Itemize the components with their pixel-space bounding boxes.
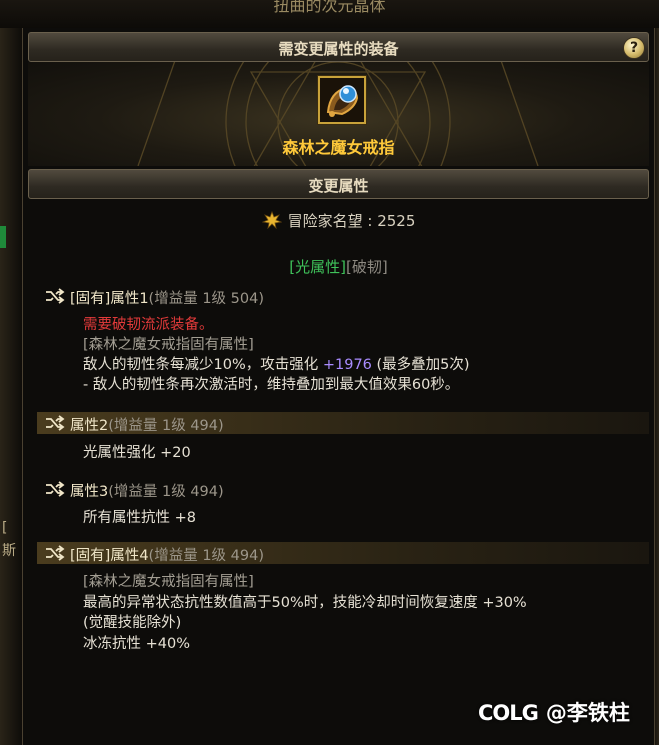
attribute-gain: (增益量 1级 504) [148,291,264,307]
left-edge: [ 斯 [0,28,22,745]
watermark: COLG @李铁柱 [478,697,630,727]
attribute-line: - 敌人的韧性条再次激活时，维持叠加到最大值效果60秒。 [83,377,460,393]
attribute-line: 光属性强化 +20 [83,445,191,461]
reputation-label: 冒险家名望 : 2525 [287,212,416,230]
adventurer-reputation: 冒险家名望 : 2525 [23,210,654,233]
attribute-gain: (增益量 1级 494) [108,418,224,434]
attribute-line: 所有属性抗性 +8 [83,510,196,526]
tag-break: [破韧] [346,258,388,276]
shuffle-icon[interactable] [45,481,65,501]
attribute-line-text: 敌人的韧性条每减少10%，攻击强化 [83,357,319,373]
attribute-tags: [光属性][破韧] [23,256,654,277]
attribute-gain: (增益量 1级 494) [148,548,264,564]
equipment-header-bar: 需变更属性的装备 ? [28,32,649,62]
equipment-attribute-panel: 需变更属性的装备 ? 森林之魔女戒指 变更属性 冒险家名望: 2525 [光属… [22,28,655,745]
attribute-line: (觉醒技能除外) [83,615,182,631]
equipment-slot-area: 森林之魔女戒指 [28,62,649,166]
shuffle-icon[interactable] [45,415,65,435]
equipment-slot[interactable] [318,76,366,124]
attribute-line: 最高的异常状态抗性数值高于50%时，技能冷却时间恢复速度 +30% [83,595,527,611]
attribute-name: [固有]属性4 [70,548,149,564]
header-title: 需变更属性的装备 [278,40,399,58]
attribute-line: 需要破韧流派装备。 [83,317,214,333]
tag-light-element: [光属性] [289,258,346,276]
attribute-1-header: [固有]属性1(增益量 1级 504) [70,287,264,308]
shuffle-icon[interactable] [45,545,65,565]
left-gem-marker [0,226,6,248]
watermark-author: @李铁柱 [545,701,630,725]
attribute-gain: (增益量 1级 494) [108,484,224,500]
attribute-name: [固有]属性1 [70,291,149,307]
left-edge-char: [ [2,520,8,536]
attribute-line: 敌人的韧性条每减少10%，攻击强化 +1976 (最多叠加5次) [83,353,470,374]
left-edge-char: 斯 [2,543,16,559]
window-caption: 扭曲的次元晶体 [273,0,386,15]
ring-gem-icon [320,78,364,122]
window-top-strip: 扭曲的次元晶体 [0,0,659,28]
section-title: 变更属性 [308,177,369,195]
item-name: 森林之魔女戒指 [282,138,395,157]
attribute-line: [森林之魔女戒指固有属性] [83,337,254,353]
change-attribute-bar: 变更属性 [28,169,649,199]
attack-boost-value: +1976 [322,357,372,373]
attribute-name: 属性2 [70,418,109,434]
attribute-2-header: 属性2(增益量 1级 494) [70,414,224,435]
shuffle-icon[interactable] [45,288,65,308]
attribute-4-header: [固有]属性4(增益量 1级 494) [70,544,264,565]
reputation-medal-icon [261,210,283,233]
colg-logo: COLG [478,701,539,725]
help-icon[interactable]: ? [623,37,645,59]
attribute-name: 属性3 [70,484,109,500]
attribute-3-header: 属性3(增益量 1级 494) [70,480,224,501]
attribute-line: [森林之魔女戒指固有属性] [83,574,254,590]
attribute-line-suffix: (最多叠加5次) [376,357,470,373]
attribute-line: 冰冻抗性 +40% [83,636,190,652]
